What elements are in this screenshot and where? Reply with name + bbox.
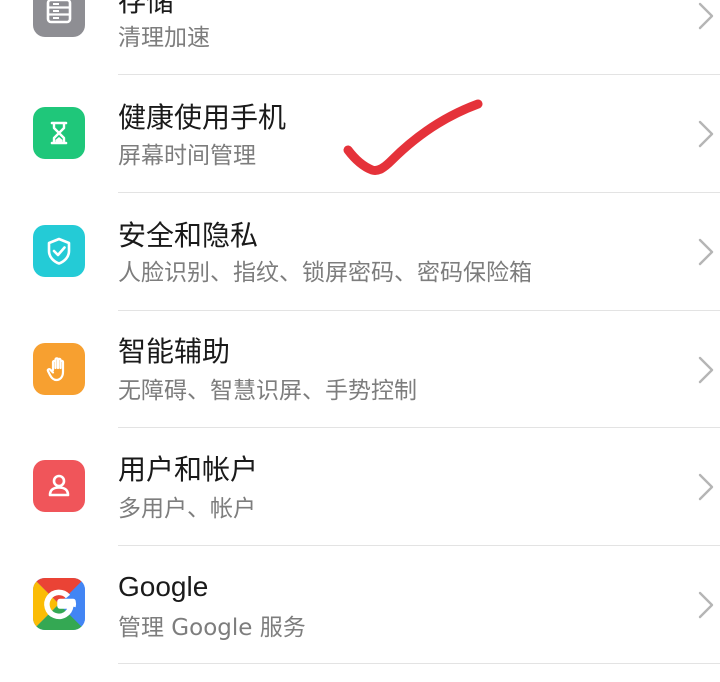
chevron-right-icon <box>698 2 714 30</box>
settings-item-title: 安全和隐私 <box>118 219 259 252</box>
settings-item-title: 存储 <box>118 0 175 18</box>
settings-item-title: Google <box>118 571 209 602</box>
google-icon <box>33 578 85 630</box>
settings-item-subtitle: 清理加速 <box>118 25 210 51</box>
user-icon <box>33 460 85 512</box>
chevron-right-icon <box>698 238 714 266</box>
settings-list: 存储 清理加速 健康使用手机 屏幕时间管理 安全和隐私 人脸识别、指纹、锁屏密码… <box>0 0 720 682</box>
settings-item-subtitle: 管理 Google 服务 <box>118 615 306 641</box>
hand-icon <box>33 343 85 395</box>
settings-item-security-privacy[interactable]: 安全和隐私 人脸识别、指纹、锁屏密码、密码保险箱 <box>0 193 720 310</box>
settings-item-storage[interactable]: 存储 清理加速 <box>0 0 720 74</box>
settings-item-subtitle: 屏幕时间管理 <box>118 143 256 169</box>
chevron-right-icon <box>698 356 714 384</box>
settings-item-subtitle: 多用户、帐户 <box>118 496 256 522</box>
settings-item-users-accounts[interactable]: 用户和帐户 多用户、帐户 <box>0 428 720 545</box>
divider <box>118 663 720 664</box>
settings-item-subtitle: 人脸识别、指纹、锁屏密码、密码保险箱 <box>118 260 532 286</box>
shield-check-icon <box>33 225 85 277</box>
settings-item-title: 智能辅助 <box>118 335 231 368</box>
chevron-right-icon <box>698 591 714 619</box>
storage-icon <box>33 0 85 37</box>
chevron-right-icon <box>698 473 714 501</box>
settings-item-title: 用户和帐户 <box>118 453 259 486</box>
settings-item-title: 健康使用手机 <box>118 101 287 134</box>
settings-item-google[interactable]: Google 管理 Google 服务 <box>0 546 720 663</box>
settings-item-subtitle: 无障碍、智慧识屏、手势控制 <box>118 378 417 404</box>
hourglass-icon <box>33 107 85 159</box>
settings-item-smart-assistance[interactable]: 智能辅助 无障碍、智慧识屏、手势控制 <box>0 311 720 428</box>
chevron-right-icon <box>698 120 714 148</box>
settings-item-digital-balance[interactable]: 健康使用手机 屏幕时间管理 <box>0 75 720 192</box>
